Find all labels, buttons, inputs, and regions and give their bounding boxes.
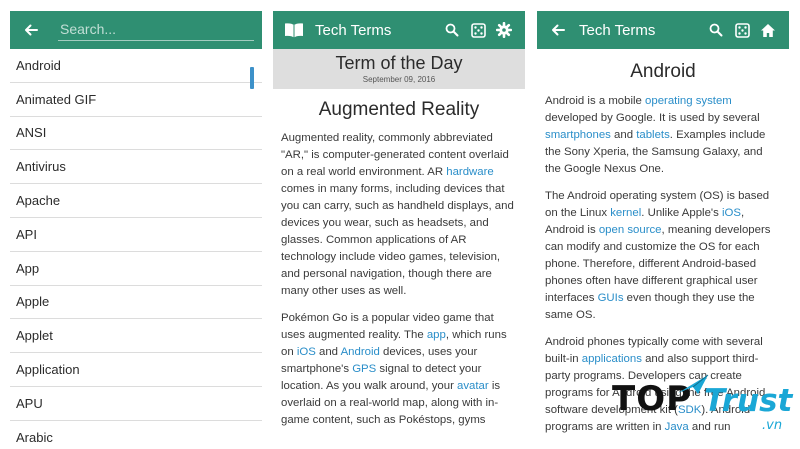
list-item[interactable]: App — [10, 252, 262, 286]
list-item[interactable]: Arabic — [10, 421, 262, 449]
back-arrow-icon[interactable] — [18, 17, 44, 43]
term-link[interactable]: kernel — [610, 207, 641, 219]
definition-paragraph: Android is a mobile operating system dev… — [545, 95, 766, 175]
definition-appbar: Tech Terms — [537, 11, 789, 49]
term-title: Android — [630, 61, 696, 82]
home-icon[interactable] — [755, 17, 781, 43]
search-icon[interactable] — [439, 17, 465, 43]
list-item[interactable]: Android — [10, 49, 262, 83]
term-link[interactable]: Android — [341, 346, 380, 358]
back-arrow-icon[interactable] — [545, 17, 571, 43]
app-title: Tech Terms — [579, 21, 656, 39]
dice-icon[interactable] — [465, 17, 491, 43]
app-title: Tech Terms — [315, 21, 392, 39]
term-link[interactable]: GUIs — [598, 292, 624, 304]
term-link[interactable]: iOS — [722, 207, 741, 219]
list-item[interactable]: Apache — [10, 184, 262, 218]
search-icon[interactable] — [703, 17, 729, 43]
list-item[interactable]: Application — [10, 353, 262, 387]
term-link[interactable]: iOS — [297, 346, 316, 358]
definition-paragraph: The Android operating system (OS) is bas… — [545, 190, 771, 321]
totd-date: September 09, 2016 — [362, 75, 436, 84]
list-item[interactable]: Antivirus — [10, 150, 262, 185]
term-link[interactable]: operating system — [645, 95, 732, 107]
definition-paragraph: Pokémon Go is a popular video game that … — [281, 312, 507, 426]
list-item[interactable]: ANSI — [10, 117, 262, 151]
search-appbar — [10, 11, 262, 49]
definition-paragraph: Augmented reality, commonly abbreviated … — [281, 132, 514, 297]
totd-content: Augmented Reality Augmented reality, com… — [273, 99, 525, 429]
term-of-day-screen: Tech Terms Term of the Day September 09,… — [273, 11, 525, 449]
dice-icon[interactable] — [729, 17, 755, 43]
list-item[interactable]: Animated GIF — [10, 83, 262, 117]
term-link[interactable]: tablets — [636, 129, 670, 141]
totd-heading: Term of the Day — [335, 53, 463, 73]
term-of-day-banner: Term of the Day September 09, 2016 — [273, 49, 525, 89]
list-item[interactable]: API — [10, 218, 262, 252]
term-title: Augmented Reality — [318, 99, 480, 120]
term-link[interactable]: smartphones — [545, 129, 611, 141]
search-screen: Android Animated GIF ANSI Antivirus Apac… — [10, 11, 262, 449]
toptrust-watermark-logo: TOP Trust .vn — [612, 373, 792, 439]
term-link[interactable]: hardware — [446, 166, 494, 178]
term-list: Android Animated GIF ANSI Antivirus Apac… — [10, 49, 262, 449]
term-link[interactable]: applications — [582, 353, 642, 365]
search-input[interactable] — [58, 19, 254, 41]
scrollbar-thumb[interactable] — [250, 67, 254, 89]
gear-icon[interactable] — [491, 17, 517, 43]
list-item[interactable]: Apple — [10, 286, 262, 320]
watermark-word-trust: Trust — [704, 383, 793, 419]
term-link[interactable]: GPS — [352, 363, 376, 375]
term-link[interactable]: open source — [599, 224, 662, 236]
book-icon[interactable] — [281, 17, 307, 43]
list-item[interactable]: APU — [10, 387, 262, 421]
term-link[interactable]: avatar — [457, 380, 489, 392]
list-item[interactable]: Applet — [10, 319, 262, 354]
watermark-suffix: .vn — [762, 418, 783, 433]
term-link[interactable]: app — [427, 329, 446, 341]
totd-appbar: Tech Terms — [273, 11, 525, 49]
